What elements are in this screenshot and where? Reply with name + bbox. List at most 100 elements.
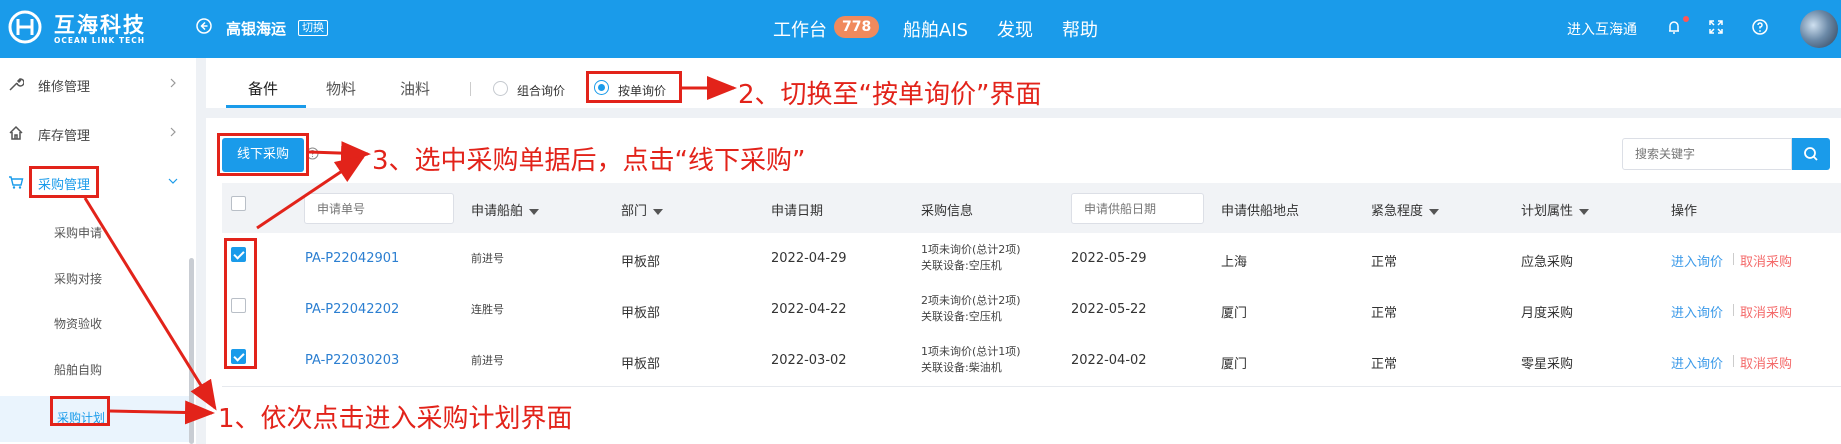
cell-location: 厦门 (1221, 357, 1248, 372)
sidebar-item-label: 库存管理 (38, 129, 91, 144)
cancel-purchase-link[interactable]: 取消采购 (1740, 353, 1792, 372)
brand-subtitle: OCEAN LINK TECH (54, 36, 145, 45)
back-icon[interactable] (196, 18, 212, 34)
table-row (222, 335, 1841, 387)
chevron-right-icon (170, 127, 176, 137)
table-row (222, 233, 1841, 285)
sidebar-subitem-self-purchase[interactable]: 船舶自购 (54, 361, 102, 378)
chevron-down-icon (168, 178, 178, 184)
caret-down-icon (1579, 208, 1590, 215)
cell-plan: 应急采购 (1521, 255, 1574, 270)
header-vessel[interactable]: 申请船舶 (471, 200, 540, 219)
cancel-purchase-link[interactable]: 取消采购 (1740, 251, 1792, 270)
workbench-badge: 778 (834, 16, 880, 38)
annotation-box-offline (217, 133, 309, 176)
tab-divider (470, 82, 471, 96)
combined-inquiry-label: 组合询价 (517, 84, 566, 98)
nav-help[interactable]: 帮助 (1062, 16, 1098, 42)
tab-oil[interactable]: 油料 (400, 78, 430, 99)
op-divider (1733, 304, 1734, 316)
sidebar-subitem-request[interactable]: 采购申请 (54, 224, 102, 241)
search-icon (1804, 147, 1818, 161)
sidebar-item-label: 维修管理 (38, 80, 91, 95)
cell-supply-date: 2022-05-22 (1071, 302, 1147, 317)
sidebar-subitem-acceptance[interactable]: 物资验收 (54, 315, 102, 332)
cell-info-status: 1项未询价(总计1项) (921, 345, 1021, 358)
cart-icon (9, 176, 24, 189)
logo-icon (8, 10, 42, 44)
cell-info-status: 1项未询价(总计2项) (921, 243, 1021, 256)
op-divider (1733, 253, 1734, 265)
cell-location: 厦门 (1221, 306, 1248, 321)
fullscreen-icon[interactable] (1707, 18, 1725, 36)
table-header (222, 183, 1841, 233)
home-icon (9, 125, 23, 140)
header-urgency-label: 紧急程度 (1371, 204, 1424, 219)
sidebar: 维修管理 库存管理 采购管理 采购申请 采购对接 物资验收 船舶自购 采购计划 (0, 58, 196, 444)
select-all-checkbox[interactable] (231, 196, 246, 211)
cell-plan: 零星采购 (1521, 357, 1574, 372)
sidebar-scrollbar[interactable] (189, 258, 194, 444)
nav-discover[interactable]: 发现 (997, 16, 1033, 42)
cell-date: 2022-04-29 (771, 251, 847, 266)
tab-spare-parts[interactable]: 备件 (248, 78, 278, 99)
cell-dept: 甲板部 (621, 255, 661, 270)
brand-name: 互海科技 (54, 13, 146, 37)
supply-date-filter-input[interactable] (1071, 193, 1204, 224)
nav-workbench[interactable]: 工作台 (773, 16, 827, 42)
cell-info-device: 关联设备:空压机 (921, 259, 1002, 272)
header-plan-attr[interactable]: 计划属性 (1521, 200, 1590, 219)
caret-down-icon (529, 208, 540, 215)
sidebar-subitem-docking[interactable]: 采购对接 (54, 270, 102, 287)
cell-supply-date: 2022-05-29 (1071, 251, 1147, 266)
search-button[interactable] (1792, 138, 1830, 170)
header-plan-attr-label: 计划属性 (1521, 204, 1574, 219)
notification-dot (1683, 16, 1689, 22)
cell-urgency: 正常 (1371, 357, 1398, 372)
bell-icon[interactable] (1665, 18, 1683, 36)
request-no-link[interactable]: PA-P22030203 (305, 353, 399, 368)
annotation-box-checkboxes (224, 238, 257, 369)
request-no-link[interactable]: PA-P22042202 (305, 302, 399, 317)
switch-company-button[interactable]: 切换 (298, 20, 328, 36)
combined-inquiry-radio[interactable] (493, 81, 508, 96)
request-no-filter-input[interactable] (304, 193, 454, 224)
cell-date: 2022-03-02 (771, 353, 847, 368)
cell-vessel: 连胜号 (471, 303, 504, 316)
enter-inquiry-link[interactable]: 进入询价 (1671, 302, 1723, 321)
header-ops: 操作 (1671, 204, 1698, 219)
cell-location: 上海 (1221, 255, 1248, 270)
nav-ais[interactable]: 船舶AIS (903, 16, 968, 42)
cancel-purchase-link[interactable]: 取消采购 (1740, 302, 1792, 321)
enter-hub-link[interactable]: 进入互海通 (1567, 19, 1637, 39)
annotation-step-2: 2、切换至“按单询价”界面 (738, 80, 1042, 110)
tab-materials[interactable]: 物料 (326, 78, 356, 99)
help-circle-icon[interactable] (1751, 18, 1769, 36)
cell-plan: 月度采购 (1521, 306, 1574, 321)
request-no-link[interactable]: PA-P22042901 (305, 251, 399, 266)
sidebar-item-maintenance[interactable]: 维修管理 (0, 64, 190, 104)
header-dept[interactable]: 部门 (621, 200, 664, 219)
search-input[interactable] (1622, 138, 1792, 170)
header-vessel-label: 申请船舶 (471, 204, 524, 219)
header-date: 申请日期 (771, 204, 824, 219)
annotation-box-per-order (586, 71, 682, 103)
avatar[interactable] (1800, 10, 1838, 48)
cell-date: 2022-04-22 (771, 302, 847, 317)
cell-dept: 甲板部 (621, 357, 661, 372)
cell-info-status: 2项未询价(总计2项) (921, 294, 1021, 307)
sidebar-item-inventory[interactable]: 库存管理 (0, 113, 190, 153)
enter-inquiry-link[interactable]: 进入询价 (1671, 353, 1723, 372)
top-bar: 互海科技 OCEAN LINK TECH 高银海运 切换 工作台 778 船舶A… (0, 0, 1841, 58)
header-urgency[interactable]: 紧急程度 (1371, 200, 1440, 219)
company-name: 高银海运 (226, 20, 287, 38)
cell-urgency: 正常 (1371, 255, 1398, 270)
enter-inquiry-link[interactable]: 进入询价 (1671, 251, 1723, 270)
annotation-step-1: 1、依次点击进入采购计划界面 (218, 404, 573, 434)
caret-down-icon (653, 208, 664, 215)
annotation-box-plan (50, 396, 110, 426)
caret-down-icon (1429, 208, 1440, 215)
wrench-icon (9, 78, 24, 91)
cell-urgency: 正常 (1371, 306, 1398, 321)
header-location: 申请供船地点 (1221, 204, 1300, 219)
